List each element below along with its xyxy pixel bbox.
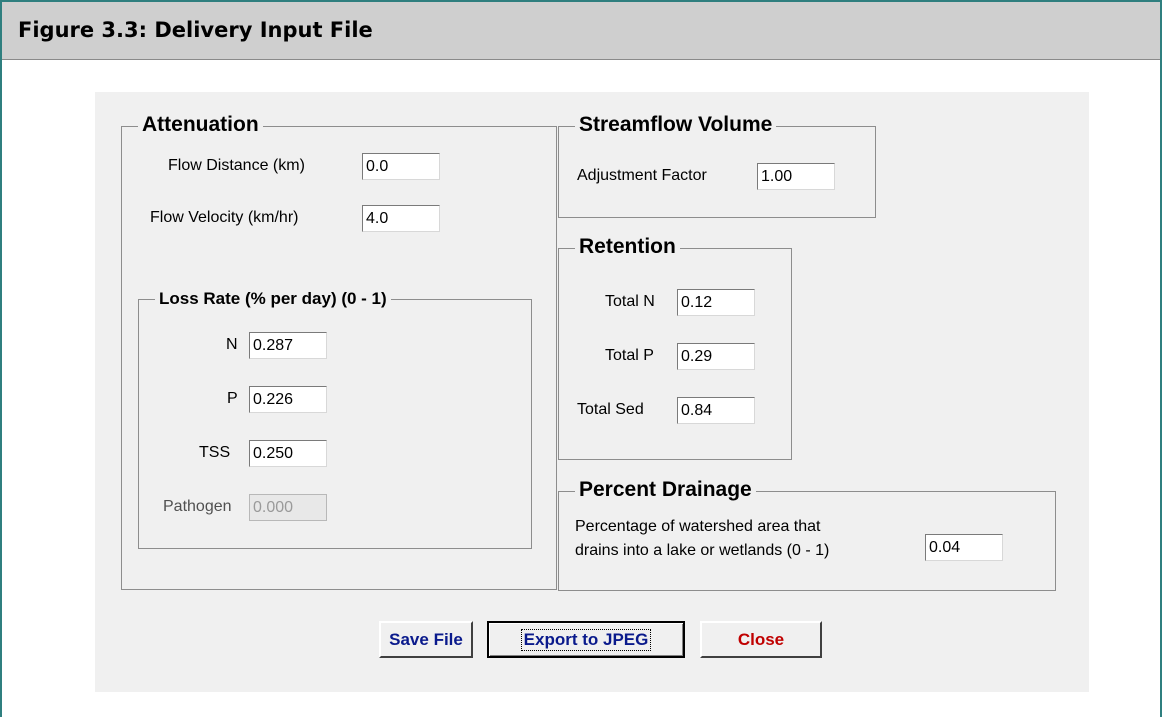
delivery-input-dialog: Attenuation Flow Distance (km) Flow Velo… — [95, 92, 1089, 692]
figure-title: Figure 3.3: Delivery Input File — [18, 18, 373, 42]
total-n-label: Total N — [605, 293, 655, 310]
flow-velocity-label: Flow Velocity (km/hr) — [150, 209, 299, 226]
save-file-button-label: Save File — [389, 629, 463, 649]
figure-frame: Figure 3.3: Delivery Input File Attenuat… — [0, 0, 1162, 717]
total-sed-input[interactable] — [677, 397, 755, 424]
loss-n-label: N — [226, 336, 238, 353]
flow-velocity-input[interactable] — [362, 205, 440, 232]
percent-drainage-legend: Percent Drainage — [575, 478, 756, 502]
total-n-input[interactable] — [677, 289, 755, 316]
loss-tss-label: TSS — [199, 444, 231, 461]
flow-distance-input[interactable] — [362, 153, 440, 180]
total-p-label: Total P — [605, 347, 654, 364]
export-to-jpeg-button[interactable]: Export to JPEG — [487, 621, 685, 658]
figure-header: Figure 3.3: Delivery Input File — [2, 2, 1160, 60]
loss-tss-input[interactable] — [249, 440, 327, 467]
retention-legend: Retention — [575, 235, 680, 259]
loss-p-input[interactable] — [249, 386, 327, 413]
attenuation-group: Attenuation Flow Distance (km) Flow Velo… — [121, 113, 557, 590]
close-button-label: Close — [737, 629, 785, 649]
total-sed-label: Total Sed — [577, 401, 644, 418]
adjustment-factor-input[interactable] — [757, 163, 835, 190]
flow-distance-label: Flow Distance (km) — [168, 157, 305, 174]
adjustment-factor-label: Adjustment Factor — [577, 167, 707, 184]
retention-group: Retention Total N Total P Total Sed — [558, 235, 792, 460]
loss-p-label: P — [227, 390, 238, 407]
loss-pathogen-input — [249, 494, 327, 521]
save-file-button[interactable]: Save File — [379, 621, 473, 658]
loss-pathogen-label: Pathogen — [163, 498, 232, 515]
loss-n-input[interactable] — [249, 332, 327, 359]
streamflow-volume-group: Streamflow Volume Adjustment Factor — [558, 113, 876, 218]
total-p-input[interactable] — [677, 343, 755, 370]
attenuation-legend: Attenuation — [138, 113, 263, 137]
percent-drainage-group: Percent Drainage Percentage of watershed… — [558, 478, 1056, 591]
loss-rate-legend: Loss Rate (% per day) (0 - 1) — [155, 289, 391, 309]
streamflow-volume-legend: Streamflow Volume — [575, 113, 777, 137]
percent-drainage-label-line1: Percentage of watershed area that — [575, 518, 821, 535]
percent-drainage-input[interactable] — [925, 534, 1003, 561]
percent-drainage-label-line2: drains into a lake or wetlands (0 - 1) — [575, 542, 830, 559]
export-to-jpeg-button-label: Export to JPEG — [520, 628, 652, 651]
loss-rate-group: Loss Rate (% per day) (0 - 1) N P TSS Pa… — [138, 289, 532, 549]
close-button[interactable]: Close — [700, 621, 822, 658]
